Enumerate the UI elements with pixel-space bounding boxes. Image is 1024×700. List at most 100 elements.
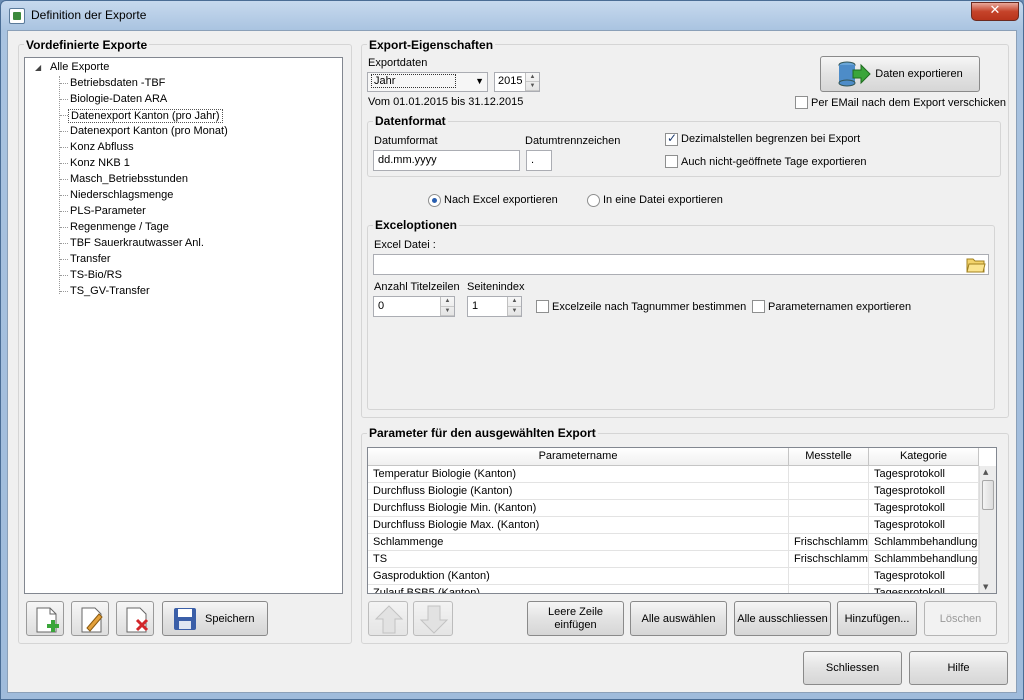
date-format-input[interactable]: dd.mm.yyyy	[373, 150, 520, 171]
move-up-button[interactable]	[368, 601, 408, 636]
insert-empty-row-button[interactable]: Leere Zeile einfügen	[527, 601, 624, 636]
edit-export-button[interactable]	[71, 601, 109, 636]
column-header-parametername[interactable]: Parametername	[368, 448, 789, 466]
tree-item[interactable]: PLS-Parameter	[68, 205, 148, 217]
table-cell: TS	[368, 551, 789, 568]
exportdaten-label: Exportdaten	[368, 57, 428, 69]
date-format-label: Datumformat	[374, 135, 438, 147]
date-format-heading: Datenformat	[373, 114, 448, 128]
table-row[interactable]: Gasproduktion (Kanton) Tagesprotokoll	[368, 568, 979, 585]
floppy-disk-icon	[174, 607, 196, 630]
tree-item[interactable]: TBF Sauerkrautwasser Anl.	[68, 237, 206, 249]
table-row[interactable]: Durchfluss Biologie Min. (Kanton) Tagespr…	[368, 500, 979, 517]
table-cell	[789, 500, 869, 517]
table-cell: Durchfluss Biologie (Kanton)	[368, 483, 789, 500]
table-cell	[789, 568, 869, 585]
scroll-down-icon[interactable]: ▼	[983, 583, 988, 591]
tree-item[interactable]: Niederschlagsmenge	[68, 189, 175, 201]
tree-connector	[60, 83, 68, 84]
tree-item[interactable]: Konz NKB 1	[68, 157, 132, 169]
tree-item[interactable]: Datenexport Kanton (pro Monat)	[68, 125, 230, 137]
excel-export-radio[interactable]	[428, 194, 441, 207]
scrollbar-thumb[interactable]	[982, 480, 994, 510]
table-row[interactable]: Temperatur Biologie (Kanton) Tagesprotoko…	[368, 466, 979, 483]
file-export-label: In eine Datei exportieren	[603, 194, 723, 206]
tree-item[interactable]: Regenmenge / Tage	[68, 221, 171, 233]
year-spinner[interactable]: 2015 ▲ ▼	[494, 72, 540, 92]
file-export-radio[interactable]	[587, 194, 600, 207]
select-all-button[interactable]: Alle auswählen	[630, 601, 727, 636]
table-row[interactable]: Schlammenge Frischschlamm Schlammbehandlun…	[368, 534, 979, 551]
save-button[interactable]: Speichern	[162, 601, 268, 636]
database-export-icon	[838, 61, 871, 87]
year-spin-buttons[interactable]: ▲ ▼	[525, 73, 539, 91]
close-window-button[interactable]: ✕	[971, 2, 1019, 21]
export-param-names-checkbox[interactable]	[752, 300, 765, 313]
export-data-label: Daten exportieren	[875, 68, 963, 80]
day-number-row-checkbox[interactable]	[536, 300, 549, 313]
table-cell: Tagesprotokoll	[869, 568, 979, 585]
date-separator-input[interactable]: .	[526, 150, 552, 171]
page-index-spin-buttons[interactable]: ▲ ▼	[507, 297, 521, 316]
table-row[interactable]: Durchfluss Biologie (Kanton) Tagesprotoko…	[368, 483, 979, 500]
exclude-all-button[interactable]: Alle ausschliessen	[734, 601, 831, 636]
add-button[interactable]: Hinzufügen...	[837, 601, 917, 636]
table-row[interactable]: Zulauf BSB5 (Kanton) Tagesprotokoll	[368, 585, 979, 593]
title-rows-spin-buttons[interactable]: ▲ ▼	[440, 297, 454, 316]
table-cell: Gasproduktion (Kanton)	[368, 568, 789, 585]
title-rows-spinner[interactable]: 0 ▲ ▼	[373, 296, 455, 317]
column-header-messtelle[interactable]: Messtelle	[789, 448, 869, 466]
tree-root[interactable]: Alle Exporte	[48, 61, 111, 73]
tree-expand-icon[interactable]: ◢	[35, 63, 41, 72]
delete-button[interactable]: Löschen	[924, 601, 997, 636]
tree-item[interactable]: Biologie-Daten ARA	[68, 93, 169, 105]
open-folder-icon[interactable]	[966, 256, 986, 273]
insert-empty-row-label: Leere Zeile einfügen	[547, 605, 604, 631]
tree-item[interactable]: TS_GV-Transfer	[68, 285, 152, 297]
tree-item[interactable]: Transfer	[68, 253, 113, 265]
period-select[interactable]: Jahr ▼	[367, 72, 488, 92]
new-export-button[interactable]	[26, 601, 64, 636]
parameters-heading: Parameter für den ausgewählten Export	[367, 426, 598, 440]
new-document-icon	[36, 607, 59, 633]
export-data-button[interactable]: Daten exportieren	[820, 56, 980, 92]
tree-item[interactable]: Konz Abfluss	[68, 141, 136, 153]
help-button[interactable]: Hilfe	[909, 651, 1008, 685]
arrow-up-icon	[374, 605, 404, 634]
edit-document-icon	[81, 607, 103, 633]
table-cell: Schlammbehandlung	[869, 551, 979, 568]
close-button[interactable]: Schliessen	[803, 651, 902, 685]
tree-item[interactable]: TS-Bio/RS	[68, 269, 124, 281]
unopened-days-checkbox[interactable]	[665, 155, 678, 168]
column-header-kategorie[interactable]: Kategorie	[869, 448, 979, 466]
scroll-up-icon[interactable]: ▲	[983, 468, 988, 476]
excel-file-label: Excel Datei :	[374, 239, 436, 251]
tree-item[interactable]: Betriebsdaten -TBF	[68, 77, 167, 89]
date-range-text: Vom 01.01.2015 bis 31.12.2015	[368, 96, 524, 108]
decimal-limit-checkbox[interactable]	[665, 131, 678, 146]
excel-file-input[interactable]	[373, 254, 989, 275]
title-bar[interactable]: Definition der Exporte ✕	[1, 1, 1023, 31]
save-label: Speichern	[205, 612, 255, 625]
move-down-button[interactable]	[413, 601, 453, 636]
tree-connector	[60, 99, 68, 100]
parameters-grid[interactable]: Parametername Messtelle Kategorie Temper…	[367, 447, 997, 594]
page-index-spinner[interactable]: 1 ▲ ▼	[467, 296, 522, 317]
table-cell: Tagesprotokoll	[869, 517, 979, 534]
app-icon	[9, 8, 25, 24]
chevron-down-icon: ▼	[475, 76, 484, 86]
table-row[interactable]: Durchfluss Biologie Max. (Kanton) Tagespr…	[368, 517, 979, 534]
table-cell	[789, 585, 869, 593]
year-value: 2015	[498, 75, 523, 87]
title-rows-value: 0	[378, 300, 385, 312]
delete-export-button[interactable]	[116, 601, 154, 636]
grid-vertical-scrollbar[interactable]: ▲ ▼	[979, 466, 996, 593]
exports-tree[interactable]: ◢ Alle Exporte Betriebsdaten -TBF Biologi…	[24, 57, 343, 594]
email-checkbox[interactable]	[795, 96, 808, 109]
tree-connector	[60, 195, 68, 196]
tree-item[interactable]: Masch_Betriebsstunden	[68, 173, 190, 185]
table-row[interactable]: TS Frischschlamm Schlammbehandlung	[368, 551, 979, 568]
table-cell	[789, 517, 869, 534]
predefined-exports-heading: Vordefinierte Exporte	[24, 38, 150, 52]
tree-item[interactable]: Datenexport Kanton (pro Jahr)	[68, 109, 223, 123]
